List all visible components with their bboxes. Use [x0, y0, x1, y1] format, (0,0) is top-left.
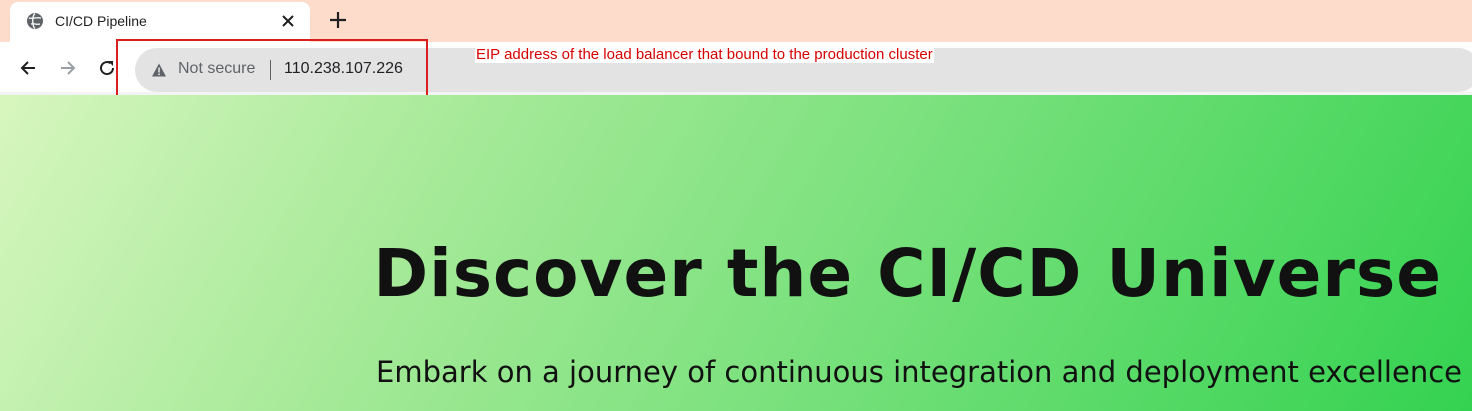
- globe-icon: [26, 12, 44, 30]
- page-content: Discover the CI/CD Universe Embark on a …: [0, 95, 1472, 411]
- browser-window: CI/CD Pipeline Not secure 110.238.107.22…: [0, 0, 1472, 411]
- hero-title: Discover the CI/CD Universe: [373, 235, 1442, 312]
- tab-ci-cd-pipeline[interactable]: CI/CD Pipeline: [10, 2, 310, 42]
- url-text[interactable]: 110.238.107.226: [284, 60, 403, 78]
- arrow-left-icon[interactable]: [18, 58, 38, 78]
- security-status-label[interactable]: Not secure: [178, 60, 255, 78]
- omnibox-separator: [270, 60, 271, 80]
- tab-strip: CI/CD Pipeline: [0, 0, 1472, 42]
- warning-triangle-icon[interactable]: [151, 62, 167, 78]
- annotation-label: EIP address of the load balancer that bo…: [475, 46, 934, 63]
- hero-subtitle: Embark on a journey of continuous integr…: [376, 355, 1462, 389]
- close-icon[interactable]: [280, 13, 296, 29]
- arrow-right-icon[interactable]: [58, 58, 78, 78]
- plus-icon[interactable]: [328, 10, 348, 30]
- reload-icon[interactable]: [97, 58, 117, 78]
- tab-title: CI/CD Pipeline: [55, 13, 147, 29]
